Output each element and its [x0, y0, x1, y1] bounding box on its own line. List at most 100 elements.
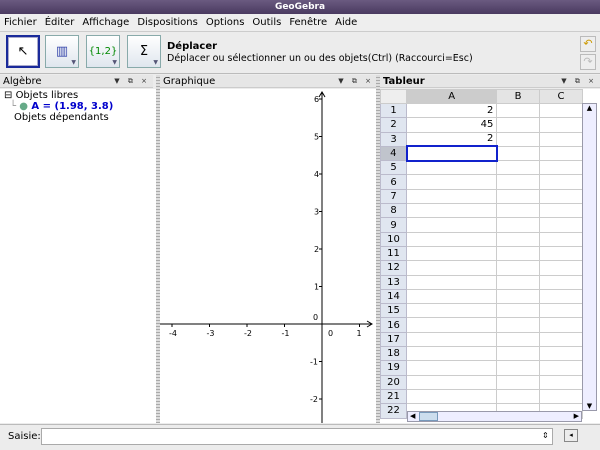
column-header-B[interactable]: B — [496, 89, 540, 104]
vertical-scrollbar[interactable]: ▲ ▼ — [582, 103, 597, 411]
undo-button[interactable]: ↶ — [580, 36, 596, 52]
menu-3[interactable]: Dispositions — [137, 14, 198, 31]
corner-cell[interactable] — [380, 89, 407, 104]
scroll-thumb[interactable] — [419, 412, 438, 421]
point-a-item[interactable]: └ ● A = (1.98, 3.8) — [0, 101, 156, 112]
cell-A5[interactable] — [405, 160, 498, 176]
cell-A20[interactable] — [405, 374, 498, 390]
row-header[interactable]: 4 — [380, 145, 407, 162]
cell-B10[interactable] — [496, 231, 540, 247]
cell-C2[interactable] — [538, 117, 584, 133]
menu-0[interactable]: Fichier — [4, 14, 37, 31]
column-header-A[interactable]: A — [405, 89, 498, 104]
cell-B21[interactable] — [496, 388, 540, 405]
row-header[interactable]: 21 — [380, 388, 407, 405]
cell-A12[interactable] — [405, 260, 498, 276]
history-spinner-icon[interactable]: ⇕ — [542, 431, 549, 440]
cell-C13[interactable] — [538, 274, 584, 290]
horizontal-scrollbar[interactable]: ◀ ▶ — [407, 411, 582, 422]
cell-C18[interactable] — [538, 346, 584, 362]
cell-C19[interactable] — [538, 360, 584, 376]
cell-C12[interactable] — [538, 260, 584, 276]
cell-B14[interactable] — [496, 288, 540, 305]
cell-B18[interactable] — [496, 346, 540, 362]
row-header[interactable]: 12 — [380, 260, 407, 276]
input-help-button[interactable]: ◂ — [564, 429, 578, 442]
cell-B6[interactable] — [496, 174, 540, 190]
cell-A21[interactable] — [405, 388, 498, 405]
cell-A13[interactable] — [405, 274, 498, 290]
panel-controls[interactable]: ▼ ⧉ × — [561, 75, 597, 88]
row-header[interactable]: 14 — [380, 288, 407, 305]
graphics-view[interactable]: -4 -3 -2 -1 0 1 6 5 4 3 2 1 0 -1 -2 — [160, 89, 376, 423]
row-header[interactable]: 13 — [380, 274, 407, 290]
cell-A2[interactable]: 45 — [405, 117, 498, 133]
row-header[interactable]: 15 — [380, 303, 407, 319]
cell-B20[interactable] — [496, 374, 540, 390]
cell-C10[interactable] — [538, 231, 584, 247]
row-header[interactable]: 22 — [380, 403, 407, 419]
panel-controls[interactable]: ▼ ⧉ × — [114, 75, 150, 88]
row-header[interactable]: 3 — [380, 131, 407, 147]
list-tool-button[interactable]: {1,2} ▼ — [86, 35, 120, 68]
cell-A10[interactable] — [405, 231, 498, 247]
row-header[interactable]: 18 — [380, 346, 407, 362]
cell-A11[interactable] — [405, 245, 498, 262]
cell-A16[interactable] — [405, 317, 498, 333]
input-field[interactable] — [41, 428, 553, 445]
dependent-objects-node[interactable]: Objets dépendants — [0, 112, 156, 123]
cell-A6[interactable] — [405, 174, 498, 190]
free-objects-node[interactable]: ⊟ Objets libres — [0, 89, 156, 101]
cell-B1[interactable] — [496, 102, 540, 119]
panel-controls[interactable]: ▼ ⧉ × — [338, 75, 374, 88]
menu-7[interactable]: Aide — [335, 14, 357, 31]
cell-A19[interactable] — [405, 360, 498, 376]
menu-4[interactable]: Options — [206, 14, 245, 31]
cell-B13[interactable] — [496, 274, 540, 290]
cell-B9[interactable] — [496, 217, 540, 233]
cell-A1[interactable]: 2 — [405, 102, 498, 119]
row-header[interactable]: 6 — [380, 174, 407, 190]
row-header[interactable]: 2 — [380, 117, 407, 133]
cell-C5[interactable] — [538, 160, 584, 176]
cell-A9[interactable] — [405, 217, 498, 233]
cell-A17[interactable] — [405, 331, 498, 348]
cell-A4[interactable] — [405, 145, 498, 162]
cell-C9[interactable] — [538, 217, 584, 233]
cell-C15[interactable] — [538, 303, 584, 319]
cell-A8[interactable] — [405, 203, 498, 219]
cell-C11[interactable] — [538, 245, 584, 262]
cell-B19[interactable] — [496, 360, 540, 376]
cell-C16[interactable] — [538, 317, 584, 333]
menu-5[interactable]: Outils — [252, 14, 281, 31]
cell-B11[interactable] — [496, 245, 540, 262]
row-header[interactable]: 1 — [380, 102, 407, 119]
cell-A7[interactable] — [405, 188, 498, 205]
cell-C8[interactable] — [538, 203, 584, 219]
cell-C21[interactable] — [538, 388, 584, 405]
row-header[interactable]: 10 — [380, 231, 407, 247]
menu-6[interactable]: Fenêtre — [289, 14, 327, 31]
menu-1[interactable]: Éditer — [45, 14, 75, 31]
cell-C14[interactable] — [538, 288, 584, 305]
row-header[interactable]: 8 — [380, 203, 407, 219]
cell-A3[interactable]: 2 — [405, 131, 498, 147]
cell-B16[interactable] — [496, 317, 540, 333]
cell-C6[interactable] — [538, 174, 584, 190]
row-header[interactable]: 17 — [380, 331, 407, 348]
cell-B3[interactable] — [496, 131, 540, 147]
cell-C20[interactable] — [538, 374, 584, 390]
cell-C7[interactable] — [538, 188, 584, 205]
cell-B8[interactable] — [496, 203, 540, 219]
cell-A14[interactable] — [405, 288, 498, 305]
row-header[interactable]: 5 — [380, 160, 407, 176]
cell-C3[interactable] — [538, 131, 584, 147]
cell-B7[interactable] — [496, 188, 540, 205]
cell-C17[interactable] — [538, 331, 584, 348]
row-header[interactable]: 9 — [380, 217, 407, 233]
row-header[interactable]: 16 — [380, 317, 407, 333]
row-header[interactable]: 11 — [380, 245, 407, 262]
cell-B12[interactable] — [496, 260, 540, 276]
cell-B2[interactable] — [496, 117, 540, 133]
menu-2[interactable]: Affichage — [82, 14, 129, 31]
